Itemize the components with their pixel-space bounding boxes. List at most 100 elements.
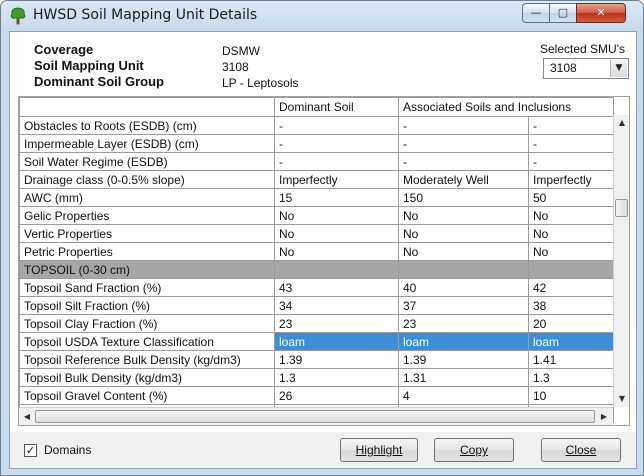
table-cell[interactable]: 50: [528, 188, 614, 207]
table-cell[interactable]: -: [528, 152, 614, 171]
table-cell[interactable]: 15: [274, 188, 399, 207]
selected-smus-dropdown[interactable]: 3108 ▼: [543, 58, 629, 79]
table-row[interactable]: Drainage class (0-0.5% slope) Imperfectly…: [19, 170, 614, 189]
table-cell[interactable]: 23: [398, 314, 529, 333]
table-row[interactable]: Topsoil Reference Bulk Density (kg/dm3) 1…: [19, 350, 614, 369]
table-cell[interactable]: 43: [274, 278, 399, 297]
dialog-body: Coverage DSMW Soil Mapping Unit 3108 Dom…: [9, 31, 637, 469]
table-row[interactable]: Topsoil Silt Fraction (%) 34 37 38: [19, 296, 614, 315]
table-cell[interactable]: 20: [528, 314, 614, 333]
scroll-right-icon[interactable]: ▶: [597, 409, 611, 425]
table-cell[interactable]: loam: [398, 332, 529, 351]
dominant-soil-group-value: LP - Leptosols: [222, 76, 299, 90]
row-label: Topsoil Clay Fraction (%): [19, 314, 275, 333]
table-row[interactable]: Topsoil Gravel Content (%) 26 4 10: [19, 386, 614, 405]
table-cell[interactable]: Moderately Well: [398, 170, 529, 189]
table-cell[interactable]: 26: [274, 386, 399, 405]
table-cell[interactable]: -: [398, 134, 529, 153]
close-button[interactable]: Close: [541, 438, 621, 462]
scroll-left-icon[interactable]: ◀: [20, 409, 34, 425]
table-cell[interactable]: [398, 260, 529, 279]
table-cell[interactable]: No: [274, 206, 399, 225]
table-cell[interactable]: [528, 260, 614, 279]
vertical-scroll-thumb[interactable]: [615, 199, 628, 217]
table-cell[interactable]: -: [528, 116, 614, 135]
table-cell[interactable]: [274, 260, 399, 279]
tree-icon: [10, 7, 26, 25]
table-cell[interactable]: 37: [398, 296, 529, 315]
close-window-button[interactable]: ✕: [576, 3, 626, 23]
table-cell[interactable]: 150: [398, 188, 529, 207]
table-cell[interactable]: loam: [274, 332, 399, 351]
properties-table: Dominant Soil Associated Soils and Inclu…: [19, 97, 614, 423]
table-row[interactable]: Impermeable Layer (ESDB) (cm) - - -: [19, 134, 614, 153]
table-cell[interactable]: Imperfectly: [528, 170, 614, 189]
title-bar[interactable]: HWSD Soil Mapping Unit Details — ▢ ✕: [1, 1, 643, 31]
table-cell[interactable]: 1.3: [528, 368, 614, 387]
table-cell[interactable]: No: [274, 224, 399, 243]
table-row[interactable]: Soil Water Regime (ESDB) - - -: [19, 152, 614, 171]
table-row[interactable]: AWC (mm) 15 150 50: [19, 188, 614, 207]
scroll-up-icon[interactable]: ▲: [614, 115, 629, 131]
table-cell[interactable]: -: [274, 116, 399, 135]
soil-details-window: HWSD Soil Mapping Unit Details — ▢ ✕ Cov…: [0, 0, 644, 476]
table-cell[interactable]: 23: [274, 314, 399, 333]
table-header-row: Dominant Soil Associated Soils and Inclu…: [19, 97, 614, 117]
table-body: Obstacles to Roots (ESDB) (cm) - - - Imperme…: [19, 116, 614, 423]
table-row[interactable]: Vertic Properties No No No: [19, 224, 614, 243]
minimize-button[interactable]: —: [522, 3, 550, 23]
table-row[interactable]: Petric Properties No No No: [19, 242, 614, 261]
table-cell[interactable]: No: [274, 242, 399, 261]
soil-properties-grid[interactable]: Dominant Soil Associated Soils and Inclu…: [18, 96, 630, 426]
highlight-button[interactable]: Highlight: [340, 438, 418, 462]
table-cell[interactable]: -: [274, 134, 399, 153]
table-cell[interactable]: 1.3: [274, 368, 399, 387]
row-label: Topsoil Sand Fraction (%): [19, 278, 275, 297]
vertical-scrollbar[interactable]: ▲ ▼: [613, 115, 629, 407]
table-cell[interactable]: 1.31: [398, 368, 529, 387]
table-cell[interactable]: 1.39: [398, 350, 529, 369]
row-label: TOPSOIL (0-30 cm): [19, 260, 275, 279]
row-label: AWC (mm): [19, 188, 275, 207]
table-cell[interactable]: -: [274, 152, 399, 171]
table-cell[interactable]: loam: [528, 332, 614, 351]
domains-checkbox[interactable]: ✓: [24, 444, 37, 457]
table-cell[interactable]: -: [398, 152, 529, 171]
table-row[interactable]: Obstacles to Roots (ESDB) (cm) - - -: [19, 116, 614, 135]
scroll-down-icon[interactable]: ▼: [614, 391, 629, 407]
table-row[interactable]: Topsoil Sand Fraction (%) 43 40 42: [19, 278, 614, 297]
row-label: Topsoil Silt Fraction (%): [19, 296, 275, 315]
table-cell[interactable]: 4: [398, 386, 529, 405]
section-row[interactable]: TOPSOIL (0-30 cm): [19, 260, 614, 279]
row-label: Gelic Properties: [19, 206, 275, 225]
table-cell[interactable]: No: [398, 206, 529, 225]
table-cell[interactable]: 10: [528, 386, 614, 405]
copy-button[interactable]: Copy: [434, 438, 514, 462]
table-cell[interactable]: 1.39: [274, 350, 399, 369]
table-cell[interactable]: No: [398, 224, 529, 243]
table-row[interactable]: Topsoil Bulk Density (kg/dm3) 1.3 1.31 1.3: [19, 368, 614, 387]
table-cell[interactable]: No: [398, 242, 529, 261]
chevron-down-icon[interactable]: ▼: [610, 60, 627, 77]
horizontal-scrollbar[interactable]: ◀ ▶: [19, 407, 613, 425]
table-cell[interactable]: 42: [528, 278, 614, 297]
table-cell[interactable]: 40: [398, 278, 529, 297]
table-cell[interactable]: 1.41: [528, 350, 614, 369]
table-cell[interactable]: Imperfectly: [274, 170, 399, 189]
table-cell[interactable]: -: [398, 116, 529, 135]
table-cell[interactable]: -: [528, 134, 614, 153]
row-label: Topsoil Reference Bulk Density (kg/dm3): [19, 350, 275, 369]
row-label: Petric Properties: [19, 242, 275, 261]
table-row[interactable]: Topsoil USDA Texture Classification loam l…: [19, 332, 614, 351]
domains-label[interactable]: Domains: [44, 443, 91, 457]
table-cell[interactable]: 38: [528, 296, 614, 315]
table-cell[interactable]: No: [528, 224, 614, 243]
table-row[interactable]: Topsoil Clay Fraction (%) 23 23 20: [19, 314, 614, 333]
table-cell[interactable]: 34: [274, 296, 399, 315]
table-cell[interactable]: No: [528, 206, 614, 225]
smu-label: Soil Mapping Unit: [34, 58, 144, 73]
horizontal-scroll-thumb[interactable]: [35, 410, 595, 423]
maximize-button[interactable]: ▢: [549, 3, 577, 23]
table-row[interactable]: Gelic Properties No No No: [19, 206, 614, 225]
table-cell[interactable]: No: [528, 242, 614, 261]
